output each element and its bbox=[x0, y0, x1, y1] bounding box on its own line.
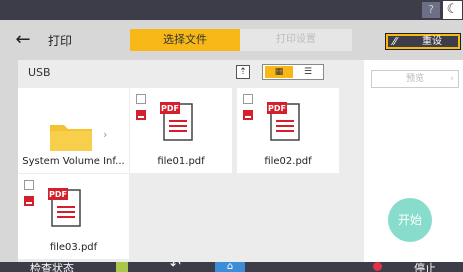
list-view-icon[interactable]: ☰ bbox=[295, 66, 321, 78]
tab-select-file[interactable]: 选择文件 bbox=[130, 29, 240, 51]
file-name: System Volume Inf... bbox=[22, 156, 125, 167]
moon-icon[interactable]: ☾ bbox=[443, 1, 462, 19]
checkbox[interactable] bbox=[136, 94, 146, 104]
up-folder-icon[interactable]: ⇡ bbox=[236, 65, 250, 79]
pdf-file-icon: PDF bbox=[48, 188, 81, 227]
view-toggle: ▦ ☰ bbox=[262, 64, 324, 80]
file-name: file01.pdf bbox=[157, 156, 205, 167]
svg-text:PDF: PDF bbox=[268, 104, 286, 113]
stop-icon[interactable] bbox=[373, 262, 382, 271]
stop-button[interactable]: 停止 bbox=[414, 262, 436, 272]
start-button[interactable]: 开始 bbox=[388, 198, 432, 242]
reset-label: 重设 bbox=[422, 36, 442, 47]
system-topbar: ? ☾ bbox=[0, 0, 463, 20]
pdf-small-icon bbox=[24, 196, 34, 206]
back-arrow-icon[interactable]: ← bbox=[10, 30, 36, 50]
pdf-small-icon bbox=[136, 110, 146, 120]
home-icon[interactable]: ⌂ bbox=[215, 262, 245, 272]
chevron-right-icon: › bbox=[450, 74, 454, 84]
checkbox[interactable] bbox=[243, 94, 253, 104]
preview-label: 预览 bbox=[405, 74, 424, 84]
checkbox[interactable] bbox=[24, 180, 34, 190]
grid-view-icon[interactable]: ▦ bbox=[265, 66, 293, 78]
back-icon[interactable]: ↶ bbox=[170, 262, 181, 272]
file-tile[interactable]: PDF file02.pdf bbox=[237, 88, 339, 173]
file-name: file02.pdf bbox=[264, 156, 312, 167]
help-icon[interactable]: ? bbox=[422, 2, 440, 18]
file-panel: USB ⇡ ▦ ☰ › System Volume Inf... PDF fil… bbox=[18, 60, 364, 262]
reset-icon: ⁄⁄ bbox=[393, 35, 397, 48]
svg-text:PDF: PDF bbox=[49, 190, 67, 199]
file-name: file03.pdf bbox=[49, 242, 98, 253]
bottom-bar: 检查状态 ↶ ⌂ 停止 bbox=[0, 262, 463, 272]
pdf-file-icon: PDF bbox=[267, 102, 300, 141]
pdf-small-icon bbox=[243, 110, 253, 120]
reset-button-inner: ⁄⁄ 重设 bbox=[388, 36, 458, 47]
chevron-right-icon: › bbox=[103, 128, 108, 141]
file-tile-folder[interactable]: › System Volume Inf... bbox=[18, 88, 129, 173]
job-status-icon[interactable] bbox=[116, 262, 128, 272]
tab-print-settings[interactable]: 打印设置 bbox=[240, 29, 352, 51]
check-status-button[interactable]: 检查状态 bbox=[30, 262, 74, 272]
svg-text:PDF: PDF bbox=[161, 104, 179, 113]
folder-icon bbox=[50, 125, 92, 151]
file-tile[interactable]: PDF file01.pdf bbox=[130, 88, 232, 173]
preview-button[interactable]: 预览 › bbox=[371, 70, 459, 88]
reset-button[interactable]: ⁄⁄ 重设 bbox=[385, 33, 461, 50]
page-title: 打印 bbox=[48, 34, 73, 48]
path-label: USB bbox=[28, 66, 51, 79]
file-tile[interactable]: PDF file03.pdf bbox=[18, 174, 129, 259]
pdf-file-icon: PDF bbox=[160, 102, 193, 141]
